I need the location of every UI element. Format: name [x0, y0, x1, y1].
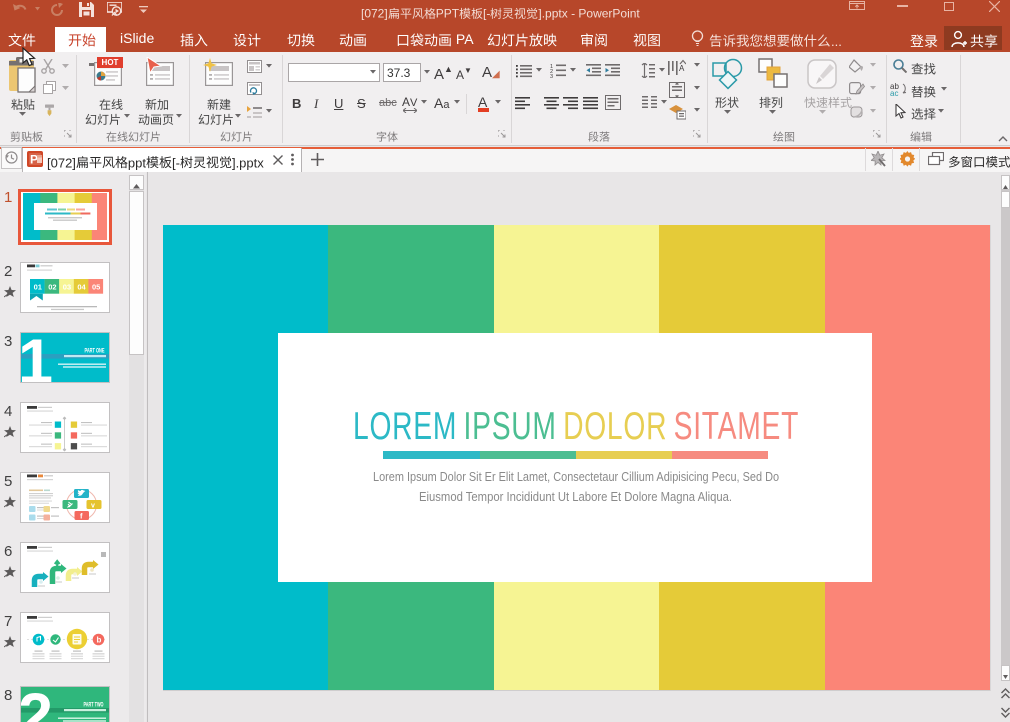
svg-text:ac: ac	[890, 89, 898, 96]
svg-text:b: b	[97, 636, 102, 645]
svg-text:2: 2	[21, 687, 53, 722]
svg-text:3: 3	[550, 74, 553, 78]
svg-text:05: 05	[92, 283, 100, 292]
svg-text:A: A	[679, 64, 685, 73]
svg-text:v: v	[91, 503, 95, 510]
svg-text:P: P	[30, 153, 38, 167]
svg-text:02: 02	[48, 283, 56, 292]
svg-text:PART ONE: PART ONE	[85, 348, 105, 355]
svg-text:04: 04	[77, 283, 86, 292]
svg-text:PART TWO: PART TWO	[84, 702, 104, 709]
svg-text:03: 03	[63, 283, 71, 292]
svg-text:01: 01	[34, 283, 42, 292]
svg-text:1: 1	[21, 333, 53, 382]
